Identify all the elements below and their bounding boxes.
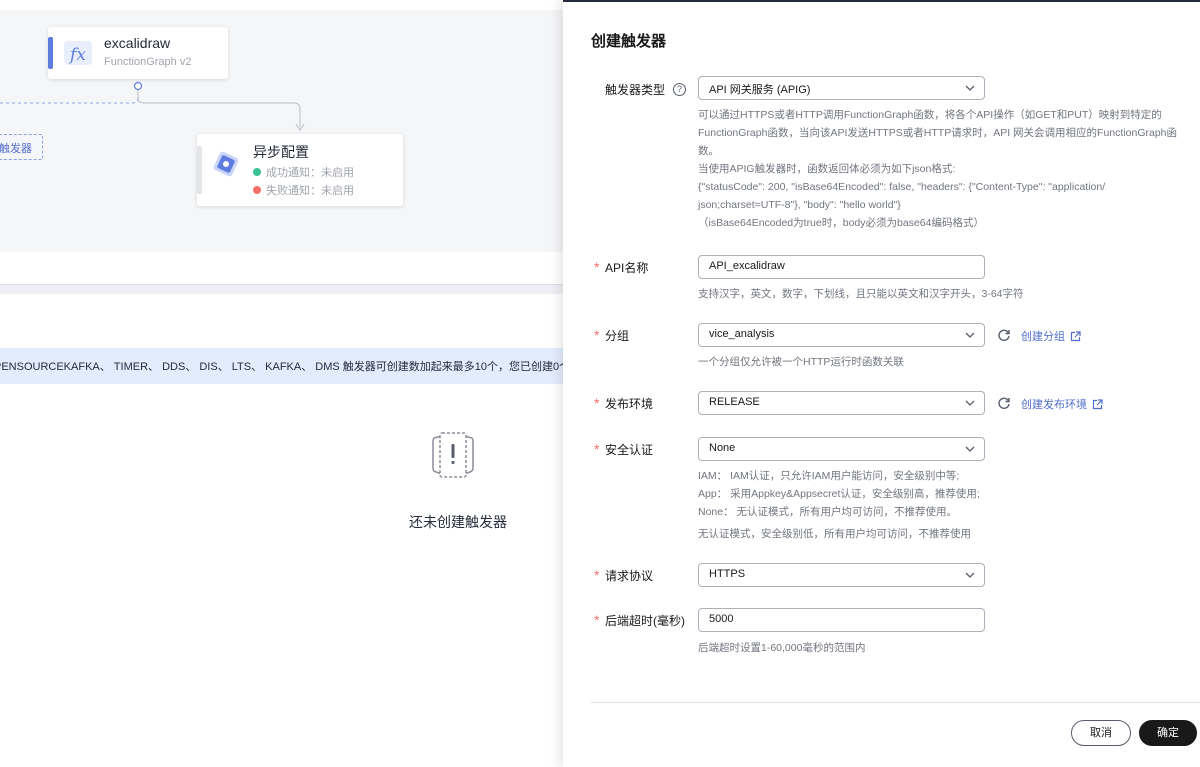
functiongraph-logo-icon: fx [64,41,92,65]
help-icon[interactable]: ? [673,83,687,96]
auth-select[interactable]: None [698,437,985,461]
external-link-icon [1092,398,1103,409]
group-select[interactable]: vice_analysis [698,323,985,347]
cancel-button[interactable]: 取消 [1071,720,1131,746]
trigger-type-label: 触发器类型 ? [605,81,687,98]
async-config-icon [213,151,239,177]
async-config-title: 异步配置 [253,144,309,160]
trigger-type-description: 可以通过HTTPS或者HTTP调用FunctionGraph函数，将各个API操… [698,109,1178,229]
trigger-limit-info: PENSOURCEKAFKA、 TIMER、 DDS、 DIS、 LTS、 KA… [0,348,563,384]
create-group-link[interactable]: 创建分组 [1021,328,1081,344]
footer-divider [591,702,1200,703]
create-env-link[interactable]: 创建发布环境 [1021,396,1103,412]
drawer-title: 创建触发器 [591,33,667,50]
auth-description: IAM： IAM认证，只允许IAM用户能访问，安全级别中等; App： 采用Ap… [698,470,980,518]
section-divider [0,284,563,294]
required-mark: * [594,612,600,628]
external-link-icon [1070,330,1081,341]
chevron-down-icon [965,332,975,338]
required-mark: * [594,395,600,411]
success-status-dot [253,168,261,176]
chevron-down-icon [965,85,975,91]
required-mark: * [594,259,600,275]
env-label: 发布环境 [605,397,654,411]
timeout-input[interactable]: 5000 [698,608,985,632]
background-page: fx excalidraw FunctionGraph v2 异步配置 成功通知… [0,0,563,767]
protocol-select[interactable]: HTTPS [698,563,985,587]
svg-text:fx: fx [68,45,86,65]
failure-status-dot [253,186,261,194]
api-name-label: API名称 [605,261,649,275]
empty-state-text: 还未创建触发器 [409,514,507,530]
chevron-down-icon [965,446,975,452]
protocol-label: 请求协议 [605,569,654,583]
empty-state-icon [432,432,474,478]
async-config-node[interactable]: 异步配置 成功通知：未启用 失败通知：未启用 [197,134,403,206]
timeout-label: 后端超时(毫秒) [605,614,685,628]
chevron-down-icon [965,400,975,406]
timeout-hint: 后端超时设置1-60,000毫秒的范围内 [698,642,866,654]
env-select[interactable]: RELEASE [698,391,985,415]
confirm-button[interactable]: 确定 [1139,720,1197,746]
api-name-hint: 支持汉字，英文，数字，下划线，且只能以英文和汉字开头，3-64字符 [698,288,1024,300]
function-node[interactable]: fx excalidraw FunctionGraph v2 [48,27,228,79]
refresh-icon[interactable] [997,328,1011,342]
required-mark: * [594,441,600,457]
group-hint: 一个分组仅允许被一个HTTP运行时函数关联 [698,356,904,368]
auth-label: 安全认证 [605,443,654,457]
add-trigger-button[interactable]: 触发器 [0,134,43,160]
function-runtime: FunctionGraph v2 [104,56,192,68]
trigger-type-select[interactable]: API 网关服务 (APIG) [698,76,985,100]
group-label: 分组 [605,329,630,343]
create-trigger-drawer: 创建触发器 触发器类型 ? API 网关服务 (APIG) 可以通过HTTPS或… [563,0,1200,767]
function-name: excalidraw [104,35,171,51]
required-mark: * [594,327,600,343]
chevron-down-icon [965,572,975,578]
required-mark: * [594,567,600,583]
success-notice: 成功通知：未启用 [253,164,354,180]
workflow-canvas: fx excalidraw FunctionGraph v2 异步配置 成功通知… [0,0,563,252]
api-name-input[interactable]: API_excalidraw [698,255,985,279]
refresh-icon[interactable] [997,396,1011,410]
failure-notice: 失败通知：未启用 [253,182,354,198]
auth-warning: 无认证模式，安全级别低，所有用户均可访问，不推荐使用 [698,528,971,540]
